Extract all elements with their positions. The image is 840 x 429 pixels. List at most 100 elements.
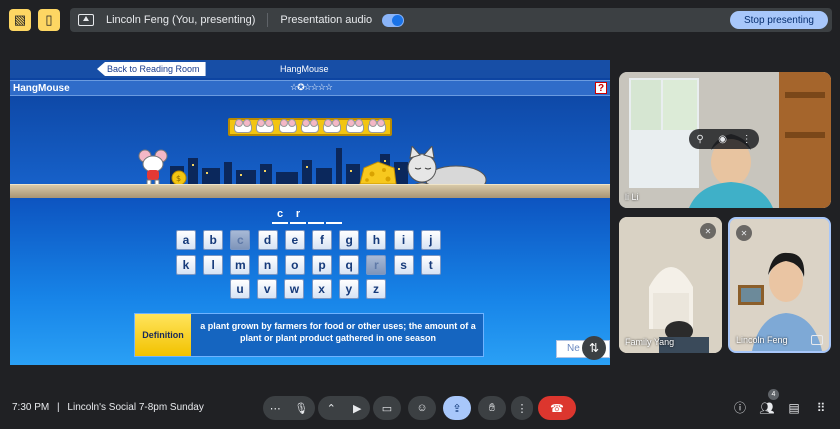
participant-name: li Li: [625, 192, 639, 202]
meeting-details-icon[interactable]: ⓘ: [731, 399, 749, 417]
current-time: 7:30 PM: [12, 402, 50, 413]
letter-key[interactable]: s: [393, 255, 414, 275]
participant-tile-lincoln-feng[interactable]: ✕ Lincoln Feng: [728, 217, 831, 353]
mouse-life-icon: [278, 119, 297, 133]
mouse-character: $: [138, 149, 187, 187]
letter-key[interactable]: z: [366, 279, 386, 299]
participant-tile-li-li[interactable]: ⚲ ◉ ⋮ li Li: [619, 72, 831, 208]
captions-icon: ▭: [381, 402, 393, 415]
meeting-name: Lincoln's Social 7-8pm Sunday: [67, 402, 204, 413]
presentation-audio-label: Presentation audio: [280, 14, 373, 26]
participant-name: Lincoln Feng: [736, 335, 788, 345]
emoji-icon: ☺: [416, 402, 428, 414]
video-options-icon[interactable]: ⌃: [327, 402, 336, 415]
more-options-icon[interactable]: ⋮: [742, 134, 752, 145]
presenting-bar: Lincoln Feng (You, presenting) Presentat…: [70, 8, 832, 32]
shared-screen-game: Back to Reading Room HangMouse HangMouse…: [10, 60, 610, 365]
more-vert-icon: ⋮: [516, 402, 528, 415]
game-top-title: HangMouse: [280, 64, 329, 74]
word-slot: r: [290, 208, 306, 224]
letter-key[interactable]: v: [257, 279, 278, 299]
activities-icon[interactable]: ⠿: [812, 399, 830, 417]
letter-key[interactable]: o: [284, 255, 305, 275]
word-slot: [308, 208, 324, 224]
mouse-life-icon: [367, 119, 386, 133]
mouse-life-icon: [300, 119, 319, 133]
chat-icon[interactable]: ▤: [785, 399, 803, 417]
stop-presenting-button[interactable]: Stop presenting: [729, 11, 828, 29]
letter-key[interactable]: q: [339, 255, 360, 275]
divider: [267, 13, 269, 27]
city-skyline: [170, 148, 408, 186]
letter-key[interactable]: i: [393, 230, 414, 250]
mouse-life-icon: [234, 119, 253, 133]
microphone-icon[interactable]: 🎙︎: [294, 402, 308, 415]
mic-control-group: ⋯ 🎙︎: [263, 396, 315, 420]
mic-icon[interactable]: ◉: [718, 134, 727, 145]
people-count-badge: 4: [768, 389, 779, 400]
raise-hand-button[interactable]: ✋︎: [478, 396, 506, 420]
letter-key[interactable]: w: [284, 279, 305, 299]
letter-key[interactable]: l: [203, 255, 224, 275]
letter-key[interactable]: d: [257, 230, 278, 250]
present-button[interactable]: ⇪: [443, 396, 471, 420]
mouse-life-icon: [256, 119, 275, 133]
muted-mic-icon: ✕: [736, 225, 752, 241]
mouse-life-icon: [345, 119, 364, 133]
letter-key[interactable]: n: [257, 255, 278, 275]
letter-key[interactable]: r: [366, 255, 387, 275]
letter-key[interactable]: a: [176, 230, 196, 250]
letter-key[interactable]: f: [312, 230, 332, 250]
separator: |: [57, 402, 60, 413]
leave-call-button[interactable]: ☎: [538, 396, 576, 420]
definition-text: a plant grown by farmers for food or oth…: [200, 321, 476, 343]
meeting-info: 7:30 PM | Lincoln's Social 7-8pm Sunday: [12, 402, 204, 413]
letter-key[interactable]: h: [366, 230, 387, 250]
help-button[interactable]: ?: [595, 82, 607, 94]
lives-mice-strip: [228, 118, 392, 136]
presenter-label: Lincoln Feng (You, presenting): [106, 14, 256, 26]
door-icon[interactable]: ▯: [38, 9, 60, 31]
captions-button[interactable]: ▭: [373, 396, 401, 420]
game-name: HangMouse: [13, 83, 70, 94]
game-title-bar: HangMouse ☆✪☆☆☆☆ ?: [10, 80, 610, 96]
definition-label: Definition: [135, 314, 191, 356]
letter-key[interactable]: e: [284, 230, 305, 250]
cheese-pile: [359, 161, 397, 185]
audio-options-icon[interactable]: ⋯: [270, 402, 281, 415]
word-slot: [326, 208, 342, 224]
participant-tile-family-yang[interactable]: ✕ Family Yang: [619, 217, 722, 353]
camera-icon[interactable]: ▶: [353, 402, 361, 415]
more-options-button[interactable]: ⋮: [511, 396, 533, 420]
pin-icon[interactable]: ⚲: [696, 134, 703, 145]
picture-in-picture-icon[interactable]: [811, 335, 823, 345]
participant-name: Family Yang: [625, 337, 675, 347]
reactions-button[interactable]: ☺: [408, 396, 436, 420]
hand-icon: ✋︎: [488, 401, 496, 414]
letter-key[interactable]: g: [339, 230, 360, 250]
letter-key[interactable]: j: [420, 230, 441, 250]
presentation-audio-toggle[interactable]: [382, 13, 405, 27]
tile-controls: ⚲ ◉ ⋮: [689, 129, 759, 149]
letter-key[interactable]: x: [311, 279, 332, 299]
muted-mic-icon: ✕: [700, 223, 716, 239]
people-icon[interactable]: 👥︎: [758, 399, 776, 417]
word-slots: c r: [272, 208, 362, 224]
letter-key[interactable]: k: [176, 255, 196, 275]
letter-key[interactable]: t: [420, 255, 441, 275]
level-stars: ☆✪☆☆☆☆: [290, 82, 333, 92]
letter-key[interactable]: u: [230, 279, 250, 299]
hangup-icon: ☎: [550, 402, 564, 415]
letter-key[interactable]: p: [312, 255, 332, 275]
letter-key[interactable]: c: [230, 230, 251, 250]
svg-text:$: $: [176, 174, 181, 183]
mouse-life-icon: [323, 119, 342, 133]
letter-key[interactable]: y: [338, 279, 359, 299]
back-to-reading-room-button[interactable]: Back to Reading Room: [97, 62, 206, 76]
swap-layout-icon[interactable]: ⇅: [582, 336, 606, 360]
letter-key[interactable]: b: [203, 230, 224, 250]
hide-self-view-icon[interactable]: ▧: [9, 9, 31, 31]
camera-control-group: ⌃ ▶: [318, 396, 370, 420]
letter-key[interactable]: m: [230, 255, 251, 275]
definition-box: Definition a plant grown by farmers for …: [134, 313, 484, 357]
